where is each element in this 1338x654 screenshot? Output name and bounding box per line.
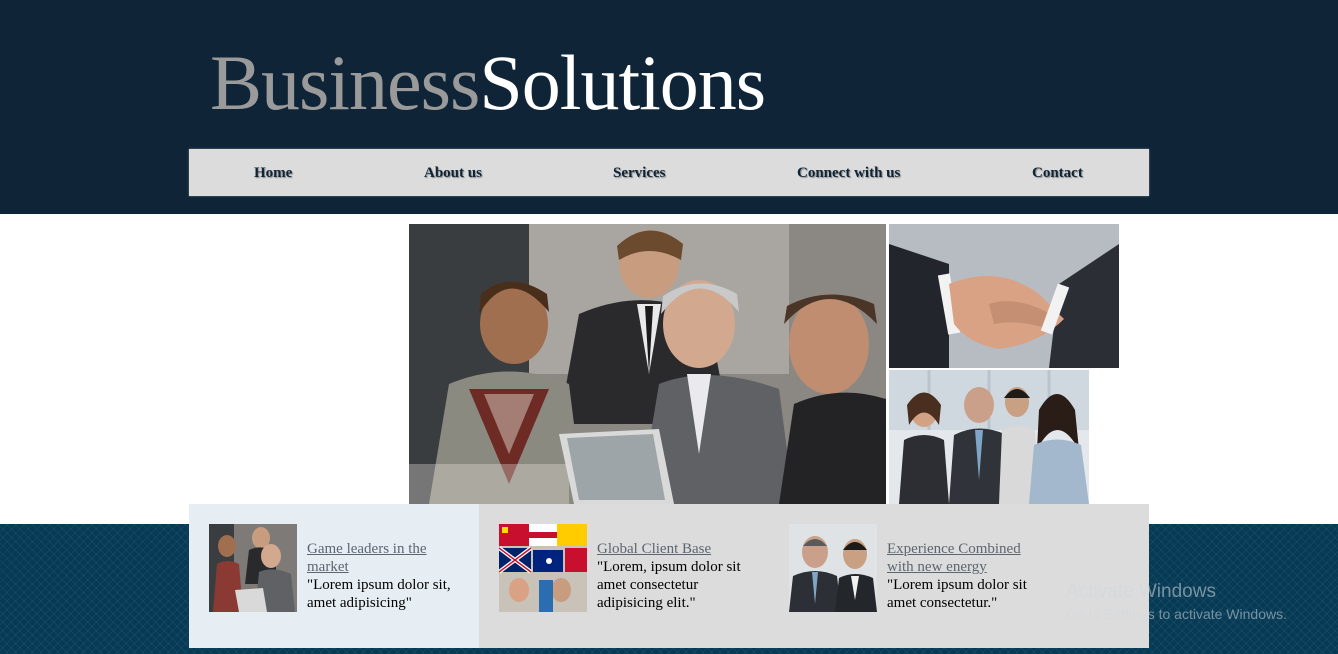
feature-description: "Lorem ipsum dolor sit amet consectetur.… (887, 577, 1027, 611)
nav-home[interactable]: Home (254, 149, 292, 196)
main-nav: Home About us Services Connect with us C… (189, 149, 1149, 196)
feature-title-link[interactable]: Experience Combined with new energy (887, 540, 1037, 576)
hero-team-image (889, 370, 1089, 504)
hero-meeting-image (409, 224, 886, 504)
activate-windows-watermark: Activate Windows Go to Settings to activ… (1066, 580, 1287, 624)
watermark-subtitle: Go to Settings to activate Windows. (1066, 606, 1287, 622)
nav-contact[interactable]: Contact (1032, 149, 1083, 196)
feature-card: Experience Combined with new energy "Lor… (769, 504, 1059, 648)
feature-thumbnail-businessmen (789, 524, 877, 612)
feature-card: Game leaders in the market "Lorem ipsum … (189, 504, 479, 648)
logo-word-business: Business (210, 39, 480, 126)
feature-card: Global Client Base "Lorem, ipsum dolor s… (479, 504, 769, 648)
feature-title-link[interactable]: Game leaders in the market (307, 540, 457, 576)
feature-description: "Lorem, ipsum dolor sit amet consectetur… (597, 559, 741, 611)
site-logo[interactable]: BusinessSolutions (210, 38, 766, 128)
watermark-title: Activate Windows (1066, 581, 1216, 602)
feature-title-link[interactable]: Global Client Base (597, 540, 747, 558)
nav-services[interactable]: Services (613, 149, 665, 196)
nav-about-us[interactable]: About us (424, 149, 482, 196)
feature-thumbnail-flags (499, 524, 587, 612)
feature-thumbnail-meeting (209, 524, 297, 612)
hero-handshake-image (889, 224, 1119, 368)
feature-description: "Lorem ipsum dolor sit, amet adipisicing… (307, 577, 451, 611)
logo-word-solutions: Solutions (479, 39, 766, 126)
feature-text: Global Client Base "Lorem, ipsum dolor s… (597, 540, 747, 612)
feature-text: Experience Combined with new energy "Lor… (887, 540, 1037, 612)
feature-text: Game leaders in the market "Lorem ipsum … (307, 540, 457, 612)
feature-strip: Game leaders in the market "Lorem ipsum … (189, 504, 1149, 648)
nav-connect-with-us[interactable]: Connect with us (797, 149, 900, 196)
